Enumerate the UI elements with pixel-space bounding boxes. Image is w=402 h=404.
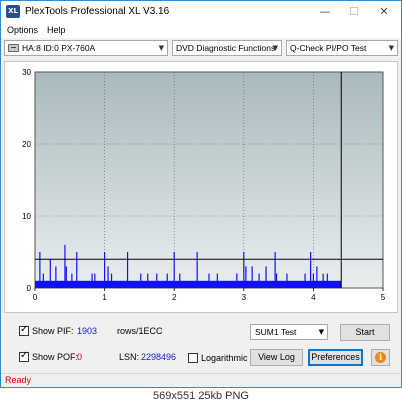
- application-window: XL PlexTools Professional XL V3.16 — ☐ ✕…: [0, 0, 402, 388]
- show-pif-checkbox[interactable]: ✓: [19, 324, 29, 336]
- data-bar: [179, 273, 181, 288]
- start-button[interactable]: Start: [340, 324, 390, 341]
- data-bar: [126, 252, 129, 288]
- maximize-button[interactable]: ☐: [339, 1, 369, 23]
- data-bar: [251, 266, 253, 288]
- sum-test-select[interactable]: SUM1 Test ▼: [250, 324, 328, 340]
- data-bar: [110, 273, 113, 288]
- y-tick-label: 20: [22, 140, 31, 149]
- data-bar: [156, 273, 158, 288]
- data-bar: [173, 252, 175, 288]
- data-bar: [55, 266, 57, 288]
- pif-value: 1903: [77, 326, 98, 336]
- baseline-band: [35, 280, 342, 288]
- data-bar: [91, 273, 93, 288]
- data-bar: [65, 266, 67, 288]
- test-select-value: Q-Check PI/PO Test: [290, 43, 367, 53]
- data-bar: [312, 273, 314, 288]
- function-select-value: DVD Diagnostic Functions: [176, 43, 276, 53]
- data-bar: [310, 252, 312, 288]
- x-tick-label: 0: [33, 293, 38, 302]
- status-bar: Ready: [1, 373, 401, 387]
- data-bar: [94, 273, 96, 288]
- chart-panel: 0 10 20 30 0 1 2 3 4 5: [4, 61, 398, 313]
- minimize-button[interactable]: —: [310, 1, 340, 23]
- pif-unit: rows/1ECC: [117, 326, 163, 336]
- data-bar: [216, 273, 218, 288]
- data-bar: [304, 273, 306, 288]
- data-bar: [39, 252, 41, 288]
- image-caption: 569x551 25kb PNG: [0, 388, 402, 404]
- data-bar: [107, 266, 109, 288]
- x-tick-label: 4: [311, 293, 316, 302]
- menu-help[interactable]: Help: [47, 25, 66, 35]
- function-select[interactable]: DVD Diagnostic Functions ▼: [172, 40, 282, 56]
- data-bar: [196, 252, 198, 288]
- sum-test-value: SUM1 Test: [255, 327, 297, 337]
- x-tick-label: 2: [172, 293, 177, 302]
- data-bar: [274, 252, 276, 288]
- show-pof-checkbox[interactable]: ✓: [19, 350, 29, 362]
- data-bar: [42, 273, 44, 288]
- x-tick-label: 1: [102, 293, 107, 302]
- y-tick-label: 10: [22, 212, 31, 221]
- lsn-label: LSN:: [119, 352, 140, 362]
- pof-value: 0: [77, 352, 83, 362]
- show-pof-label: Show POF:: [32, 352, 79, 362]
- menu-options[interactable]: Options: [7, 25, 38, 35]
- view-log-button[interactable]: View Log: [250, 349, 303, 366]
- chevron-down-icon: ▼: [272, 44, 278, 52]
- data-bar: [208, 273, 210, 288]
- data-bar: [322, 273, 324, 288]
- data-bar: [245, 266, 247, 288]
- data-bar: [326, 273, 328, 288]
- title-bar[interactable]: XL PlexTools Professional XL V3.16 — ☐ ✕: [1, 1, 401, 23]
- drive-select[interactable]: HA:8 ID:0 PX-760A ▼: [4, 40, 168, 56]
- info-icon: i: [375, 352, 386, 363]
- window-title: PlexTools Professional XL V3.16: [25, 6, 170, 17]
- optical-drive-icon: [8, 44, 19, 52]
- data-bar: [147, 273, 149, 288]
- x-tick-label: 3: [242, 293, 247, 302]
- toolbar: HA:8 ID:0 PX-760A ▼ DVD Diagnostic Funct…: [1, 38, 401, 60]
- data-bar: [49, 259, 51, 288]
- logarithmic-checkbox[interactable]: [188, 353, 198, 363]
- menu-bar: Options Help: [1, 23, 401, 38]
- data-bar: [104, 252, 106, 288]
- data-bar: [286, 273, 288, 288]
- status-text: Ready: [5, 375, 32, 385]
- data-bar: [166, 273, 168, 288]
- plot-area: [34, 71, 384, 289]
- drive-select-value: HA:8 ID:0 PX-760A: [22, 43, 96, 53]
- logarithmic-label: Logarithmic: [201, 353, 248, 363]
- chevron-down-icon: ▼: [158, 44, 164, 52]
- close-button[interactable]: ✕: [369, 1, 399, 23]
- y-tick-label: 0: [27, 284, 32, 293]
- preferences-button[interactable]: Preferences: [308, 349, 363, 366]
- x-tick-label: 5: [381, 293, 386, 302]
- data-bar: [243, 252, 245, 288]
- data-bar: [275, 273, 278, 288]
- data-bar: [71, 273, 73, 288]
- checkmark-icon: ✓: [20, 324, 29, 335]
- info-button[interactable]: i: [371, 349, 390, 366]
- y-tick-label: 30: [22, 68, 31, 77]
- data-bar: [64, 244, 66, 288]
- data-bar: [265, 266, 267, 288]
- checkmark-icon: ✓: [20, 350, 29, 361]
- data-bar: [258, 273, 260, 288]
- app-icon: XL: [6, 5, 20, 18]
- controls-area: ✓ Show PIF: 1903 rows/1ECC SUM1 Test ▼ S…: [4, 316, 398, 371]
- data-bar: [140, 273, 142, 288]
- chevron-down-icon: ▼: [388, 44, 394, 52]
- show-pif-label: Show PIF:: [32, 326, 74, 336]
- data-bar: [76, 252, 78, 288]
- data-bar: [316, 266, 318, 288]
- pi-po-chart: 0 10 20 30 0 1 2 3 4 5: [22, 68, 386, 302]
- test-select[interactable]: Q-Check PI/PO Test ▼: [286, 40, 398, 56]
- lsn-value: 2298496: [141, 352, 177, 362]
- chevron-down-icon: ▼: [318, 328, 324, 336]
- data-bar: [236, 273, 238, 288]
